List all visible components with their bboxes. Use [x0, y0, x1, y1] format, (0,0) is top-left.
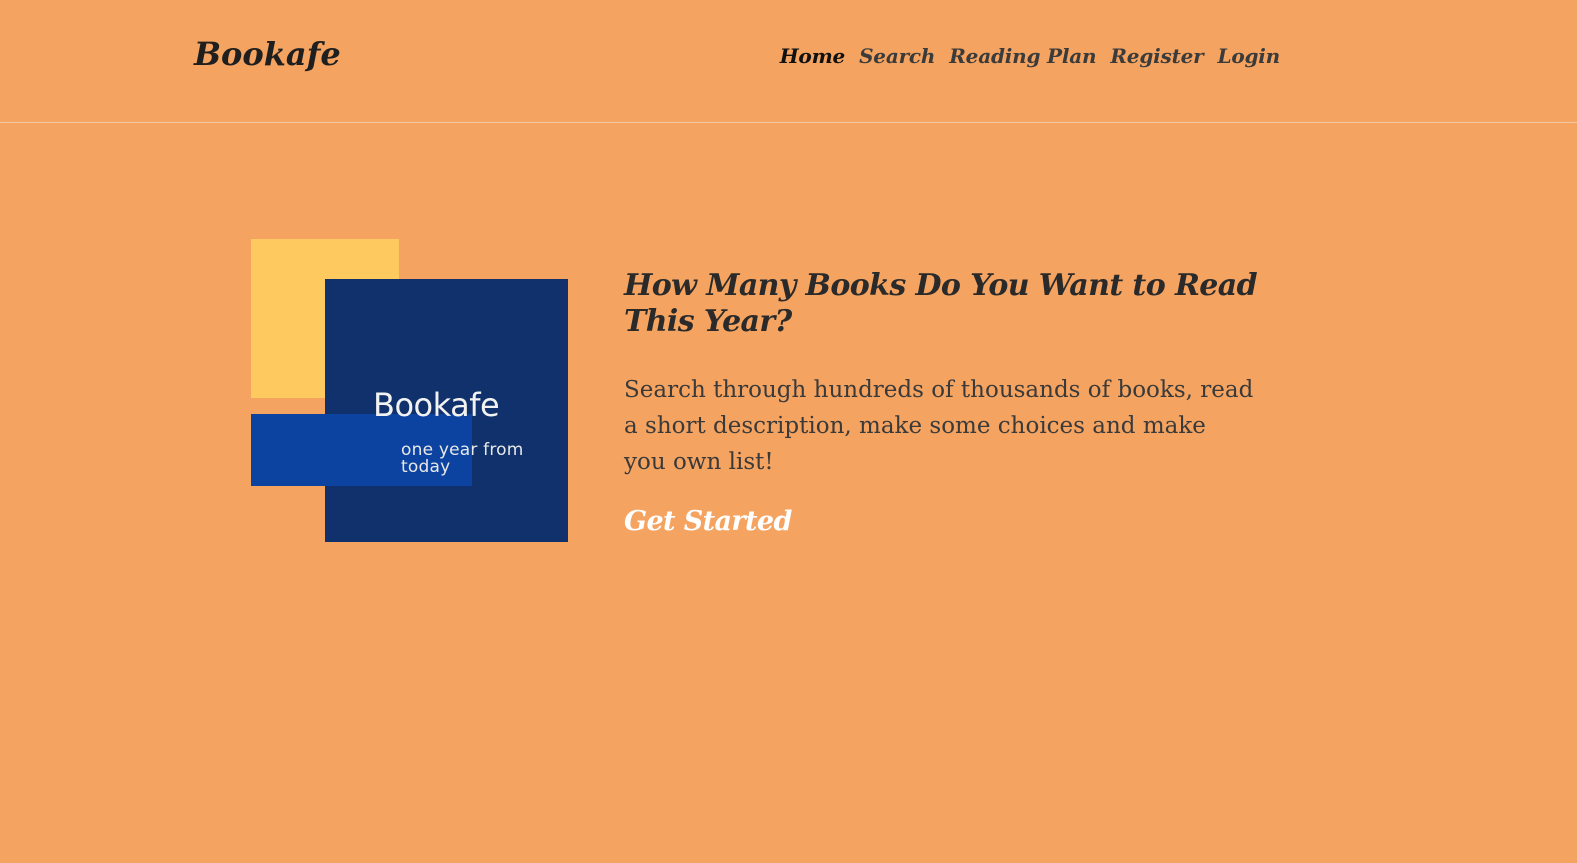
brand-logo-link[interactable]: Bookafe: [194, 38, 341, 70]
hero-description: Search through hundreds of thousands of …: [624, 377, 1254, 475]
logo-tagline: one year from today: [401, 440, 524, 477]
nav-login-link[interactable]: Login: [1217, 46, 1280, 66]
nav-reading-plan-link[interactable]: Reading Plan: [949, 46, 1096, 66]
site-header: Bookafe Home Search Reading Plan Registe…: [0, 0, 1577, 123]
get-started-link[interactable]: Get Started: [624, 508, 792, 535]
nav-register-link[interactable]: Register: [1110, 46, 1203, 66]
nav-search-link[interactable]: Search: [859, 46, 935, 66]
hero-section: How Many Books Do You Want to Read This …: [624, 268, 1264, 535]
bookafe-logo-image: Bookafe one year from today: [251, 239, 569, 543]
main-nav: Home Search Reading Plan Register Login: [780, 46, 1280, 66]
nav-home-link[interactable]: Home: [780, 46, 846, 66]
hero-title: How Many Books Do You Want to Read This …: [624, 268, 1258, 339]
logo-title: Bookafe: [373, 386, 500, 424]
